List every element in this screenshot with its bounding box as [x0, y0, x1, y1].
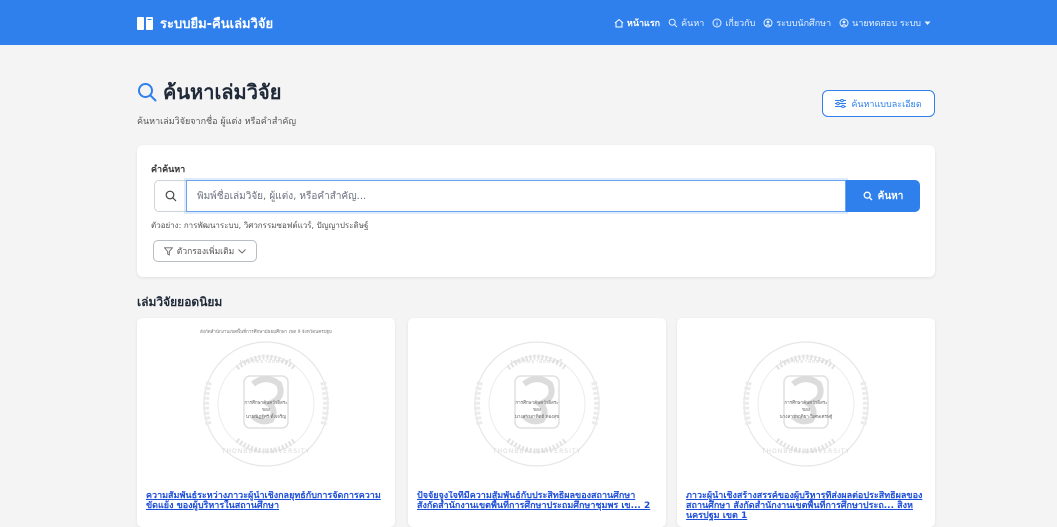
search-example-hint: ตัวอย่าง: การพัฒนาระบบ, วิศวกรรมซอฟต์แวร… — [151, 221, 369, 230]
more-filters-button[interactable]: ตัวกรองเพิ่มเติม — [153, 240, 257, 262]
popular-heading: เล่มวิจัยยอดนิยม — [137, 295, 223, 309]
university-seal-watermark — [203, 341, 329, 467]
watermark-bottom-text: THONBURI UNIVERSITY — [492, 448, 582, 455]
cover-author-block: การศึกษาค้นคว้าอิสระ ของ นายณัฏฐ์ศรี ตั้… — [137, 400, 395, 421]
book-cover: สังกัดสำนักงานเขตพื้นที่การศึกษามัธยมศึก… — [137, 318, 395, 468]
book-cover: มหาวิทยาลัยธนบุรี การศึกษาค้นคว้าอิสระ ข… — [677, 318, 935, 468]
search-addon — [154, 180, 186, 212]
cover-line: การศึกษาค้นคว้าอิสระ — [784, 401, 828, 406]
sliders-icon — [835, 99, 847, 108]
page-title: ค้นหาเล่มวิจัย — [137, 76, 296, 108]
nav-about[interactable]: เกี่ยวกับ — [712, 16, 755, 30]
nav-user-menu[interactable]: นายทดสอบ ระบบ — [839, 16, 931, 30]
top-navbar: ระบบยืม-คืนเล่มวิจัย หน้าแรก ค้นหา เกี่ย… — [0, 0, 1057, 45]
watermark-bottom-text: THONBURI UNIVERSITY — [761, 448, 851, 455]
university-seal-watermark — [743, 341, 869, 467]
cover-author-block: การศึกษาค้นคว้าอิสระ ของ นางสาวอาทิตย์ ท… — [408, 400, 666, 421]
page-title-text: ค้นหาเล่มวิจัย — [163, 80, 282, 104]
caret-down-icon — [924, 21, 931, 25]
nav-links: หน้าแรก ค้นหา เกี่ยวกับ ระบบนักศึกษา นาย… — [614, 16, 931, 30]
search-icon — [863, 191, 873, 201]
page-header: ค้นหาเล่มวิจัย ค้นหาเล่มวิจัยจากชื่อ ผู้… — [137, 76, 296, 128]
brand-title: ระบบยืม-คืนเล่มวิจัย — [160, 17, 274, 32]
book-icon — [137, 17, 153, 30]
brand-link[interactable]: ระบบยืม-คืนเล่มวิจัย — [137, 13, 273, 34]
research-card[interactable]: สังกัดสำนักงานเขตพื้นที่การศึกษามัธยมศึก… — [137, 318, 395, 527]
cover-header: สังกัดสำนักงานเขตพื้นที่การศึกษามัธยมศึก… — [200, 330, 332, 335]
watermark-bottom-text: THONBURI UNIVERSITY — [221, 448, 311, 455]
user-circle-icon — [763, 18, 773, 28]
more-filters-label: ตัวกรองเพิ่มเติม — [176, 247, 235, 257]
search-label: คำค้นหา — [151, 165, 186, 175]
nav-search-label: ค้นหา — [681, 19, 705, 29]
cover-line: นางสาวอาทิตย์ ทองสุข — [514, 415, 560, 420]
cover-author-block: การศึกษาค้นคว้าอิสระ ของ นางสาวกฤติยา วิ… — [677, 400, 935, 421]
cover-line: ของ — [802, 408, 810, 413]
cover-line: ของ — [262, 408, 270, 413]
chevron-down-icon — [238, 248, 247, 254]
search-submit-button[interactable]: ค้นหา — [846, 180, 920, 212]
advanced-search-label: ค้นหาแบบละเอียด — [851, 99, 922, 110]
cover-line: นางสาวกฤติยา วิเศษเศรษฐ์ — [779, 415, 833, 420]
advanced-search-button[interactable]: ค้นหาแบบละเอียด — [822, 90, 935, 117]
research-title-link[interactable]: ปัจจัยจูงใจที่มีความสัมพันธ์กับประสิทธิผ… — [417, 491, 659, 511]
cover-line: การศึกษาค้นคว้าอิสระ — [515, 401, 559, 406]
research-card[interactable]: มหาวิทยาลัยธนบุรี การศึกษาค้นคว้าอิสระ ข… — [408, 318, 666, 527]
search-input-group: ค้นหา — [154, 180, 920, 212]
search-icon — [138, 83, 157, 102]
watermark-top-text: มหาวิทยาลัยธนบุรี — [510, 359, 564, 365]
home-icon — [614, 18, 624, 28]
nav-search[interactable]: ค้นหา — [668, 16, 704, 30]
cover-line: การศึกษาค้นคว้าอิสระ — [244, 401, 288, 406]
filter-icon — [163, 246, 173, 256]
research-card[interactable]: มหาวิทยาลัยธนบุรี การศึกษาค้นคว้าอิสระ ข… — [677, 318, 935, 527]
search-input[interactable] — [186, 180, 846, 212]
nav-user-label: นายทดสอบ ระบบ — [852, 19, 921, 29]
user-circle-icon — [839, 18, 849, 28]
nav-student-system[interactable]: ระบบนักศึกษา — [763, 16, 831, 30]
watermark-top-text: มหาวิทยาลัยธนบุรี — [239, 359, 293, 365]
nav-student-system-label: ระบบนักศึกษา — [776, 19, 832, 29]
research-title-link[interactable]: ภาวะผู้นำเชิงสร้างสรรค์ของผู้บริหารที่ส่… — [686, 491, 928, 521]
research-title-link[interactable]: ความสัมพันธ์ระหว่างภาวะผู้นำเชิงกลยุทธ์ก… — [146, 491, 388, 511]
page-subtitle: ค้นหาเล่มวิจัยจากชื่อ ผู้แต่ง หรือคำสำคั… — [137, 117, 297, 127]
nav-about-label: เกี่ยวกับ — [725, 19, 756, 29]
search-icon — [668, 18, 678, 28]
nav-home-label: หน้าแรก — [626, 19, 661, 29]
info-icon — [712, 18, 722, 28]
search-submit-label: ค้นหา — [877, 190, 904, 202]
cover-line: ของ — [533, 408, 541, 413]
book-cover: มหาวิทยาลัยธนบุรี การศึกษาค้นคว้าอิสระ ข… — [408, 318, 666, 468]
cover-line: นายณัฏฐ์ศรี ตั้งเจริญ — [245, 415, 287, 420]
university-seal-watermark — [474, 341, 600, 467]
nav-home[interactable]: หน้าแรก — [614, 16, 660, 30]
search-icon — [165, 190, 176, 202]
search-card: คำค้นหา ค้นหา ตัวอย่าง: การพัฒนาระบบ, วิ… — [137, 145, 935, 277]
watermark-top-text: มหาวิทยาลัยธนบุรี — [779, 359, 833, 365]
